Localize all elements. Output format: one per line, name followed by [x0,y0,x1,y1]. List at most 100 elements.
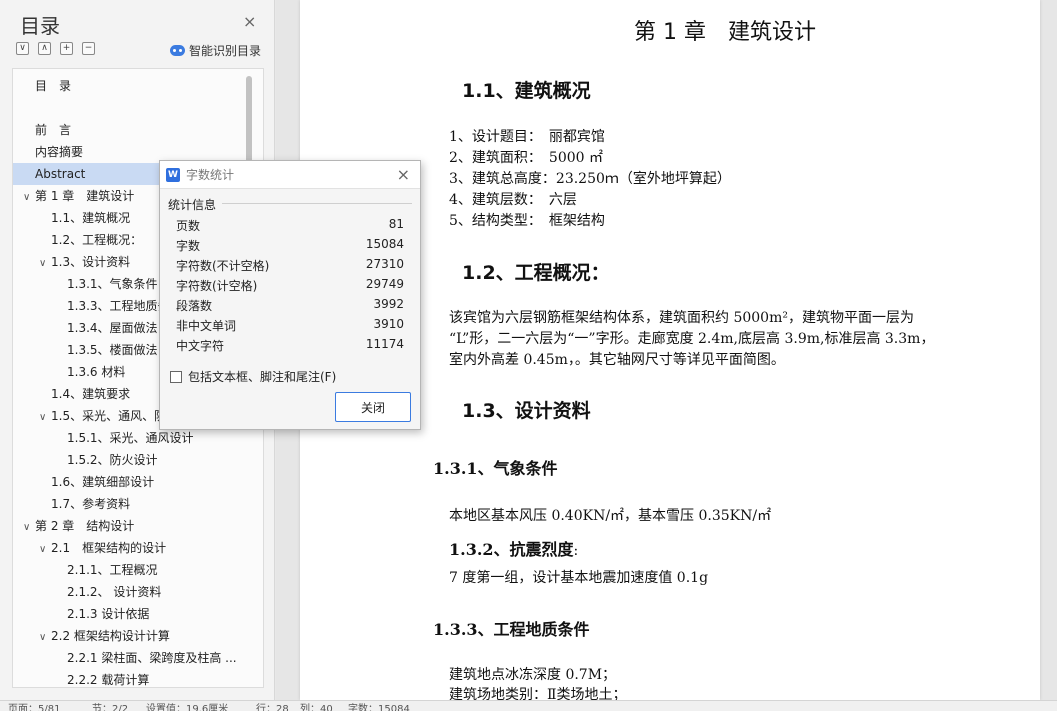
paragraph-line: “L”形，二一六层为“一”字形。走廊宽度 2.4m,底层高 3.9m,标准层高 … [449,331,935,347]
status-line: 行：28 [256,704,289,711]
robot-icon [170,45,185,56]
stat-label: 字符数(计空格) [176,279,258,293]
toc-item[interactable]: 1.5.2、防火设计 [13,449,245,471]
stat-row: 字符数(不计空格) 27310 [176,257,404,277]
stat-label: 字符数(不计空格) [176,259,270,273]
toc-item-label: 目 录 [35,79,72,93]
toc-item[interactable]: 2.1.1、工程概况 [13,559,245,581]
stat-value: 11174 [365,337,404,351]
toc-item-label: Abstract [35,167,86,181]
list-item: 3、建筑总高度：23.250ｍ（室外地坪算起） [449,171,731,187]
toc-item[interactable]: 2.2.2 载荷计算 [13,669,245,687]
toc-close-icon[interactable]: × [243,12,256,31]
remove-heading-icon[interactable]: − [82,42,95,55]
stat-label: 非中文单词 [176,319,237,333]
toc-item[interactable]: 前 言 [13,119,245,141]
stat-value: 3992 [373,297,404,311]
toc-item-label: 1.3.4、屋面做法 [67,321,158,335]
stat-row: 字数 15084 [176,237,404,257]
stat-value: 15084 [365,237,404,251]
toc-item-label: 1.3.5、楼面做法 [67,343,158,357]
heading-1-1: 1.1、建筑概况 [462,80,591,102]
toc-item-label: 2.1.3 设计依据 [67,607,150,621]
chevron-down-icon[interactable]: ∨ [23,187,35,209]
status-bar: 页面：5/81 节：2/2 设置值：19.6厘米 行：28 列：40 字数：15… [0,700,1057,711]
add-heading-icon[interactable]: + [60,42,73,55]
toc-item[interactable]: 2.1.3 设计依据 [13,603,245,625]
toc-item-label: 1.6、建筑细部设计 [51,475,155,489]
list-item: 5、结构类型： 框架结构 [449,213,605,229]
status-setting: 设置值：19.6厘米 [146,704,229,711]
smart-toc-button[interactable]: 智能识别目录 [170,42,261,59]
heading-1-2: 1.2、工程概况： [462,262,610,284]
toc-title: 目录 [20,14,60,38]
stat-label: 页数 [176,219,201,233]
toc-item[interactable]: 2.2.1 梁柱面、梁跨度及柱高 ... [13,647,245,669]
status-col: 列：40 [300,704,333,711]
toc-item[interactable]: ∨ 2.1 框架结构的设计 [13,537,245,559]
stat-row: 中文字符 11174 [176,337,404,357]
toc-item-label: 1.1、建筑概况 [51,211,131,225]
chevron-down-icon[interactable]: ∨ [39,539,51,561]
toc-item-label: 1.5.1、采光、通风设计 [67,431,194,445]
heading-1-3-1: 1.3.1、气象条件 [433,459,558,478]
paragraph-line: 7 度第一组，设计基本地震加速度值 0.1g [449,570,709,586]
checkbox-label: 包括文本框、脚注和尾注(F) [188,370,337,384]
toc-item[interactable]: ∨ 2.2 框架结构设计计算 [13,625,245,647]
heading-1-3-3: 1.3.3、工程地质条件 [433,620,590,639]
list-item: 1、设计题目： 丽都宾馆 [449,129,605,145]
dialog-title: 字数统计 [186,168,235,182]
toc-item[interactable]: ∨ 第 2 章 结构设计 [13,515,245,537]
toc-item-label: 1.2、工程概况： [51,233,143,247]
stat-label: 字数 [176,239,201,253]
word-count-dialog: W 字数统计 × 统计信息 页数 81 字数 15084 字符数(不计空格) 27310 字… [159,160,421,430]
stats-group-label: 统计信息 [168,198,217,212]
include-footnotes-checkbox[interactable]: 包括文本框、脚注和尾注(F) [170,368,336,385]
dialog-titlebar[interactable]: W 字数统计 × [160,161,420,189]
toc-item-label: 1.5.2、防火设计 [67,453,158,467]
status-page[interactable]: 页面：5/81 [8,700,60,711]
chapter-heading: 第 1 章 建筑设计 [634,20,816,45]
toc-item-label: 2.2 框架结构设计计算 [51,629,170,643]
toc-item[interactable]: 目 录 [13,75,245,97]
divider [222,203,412,204]
stat-label: 中文字符 [176,339,225,353]
toc-item-label: 2.1 框架结构的设计 [51,541,167,555]
toc-item-label: 2.2.1 梁柱面、梁跨度及柱高 ... [67,651,237,665]
paragraph-line: 本地区基本风压 0.40KN/㎡，基本雪压 0.35KN/㎡ [449,508,772,524]
checkbox-box[interactable] [170,370,182,383]
dialog-close-icon[interactable]: × [397,165,410,184]
paragraph-line: 该宾馆为六层钢筋框架结构体系，建筑面积约 5000m²，建筑物平面一层为 [449,310,914,326]
toc-item-label: 2.2.2 载荷计算 [67,673,150,687]
heading-1-3-2-text: 1.3.2、抗震烈度 [449,540,574,559]
chevron-down-icon[interactable]: ∨ [23,517,35,539]
toc-item-label: 2.1.1、工程概况 [67,563,158,577]
stat-value: 29749 [365,277,404,291]
toc-item[interactable]: 2.1.2、 设计资料 [13,581,245,603]
chevron-down-icon[interactable]: ∨ [39,253,51,275]
toc-item-label: 2.1.2、 设计资料 [67,585,162,599]
toc-item-label: 第 2 章 结构设计 [35,519,135,533]
toc-item[interactable]: 1.5.1、采光、通风设计 [13,427,245,449]
toc-item-label: 第 1 章 建筑设计 [35,189,135,203]
smart-toc-label: 智能识别目录 [189,44,262,58]
expand-all-icon[interactable]: ∨ [16,42,29,55]
chevron-down-icon[interactable]: ∨ [39,627,51,649]
toc-item-label: 1.3、设计资料 [51,255,131,269]
paragraph-line: 建筑地点冰冻深度 0.7M； [449,667,617,683]
collapse-all-icon[interactable]: ∧ [38,42,51,55]
close-button[interactable]: 关闭 [335,392,411,422]
wps-logo-icon: W [166,167,180,182]
toc-item[interactable]: 1.6、建筑细部设计 [13,471,245,493]
toc-toolbar: ∨ ∧ + − [16,42,95,55]
chevron-down-icon[interactable]: ∨ [39,407,51,429]
heading-1-3: 1.3、设计资料 [462,400,591,422]
stat-value: 81 [388,217,404,231]
status-section: 节：2/2 [92,704,129,711]
stat-row: 字符数(计空格) 29749 [176,277,404,297]
heading-colon: : [573,543,579,559]
toc-item[interactable]: 1.7、参考资料 [13,493,245,515]
toc-item-label: 内容摘要 [35,145,84,159]
status-words[interactable]: 字数：15084 [348,700,410,711]
toc-item-label: 1.4、建筑要求 [51,387,131,401]
